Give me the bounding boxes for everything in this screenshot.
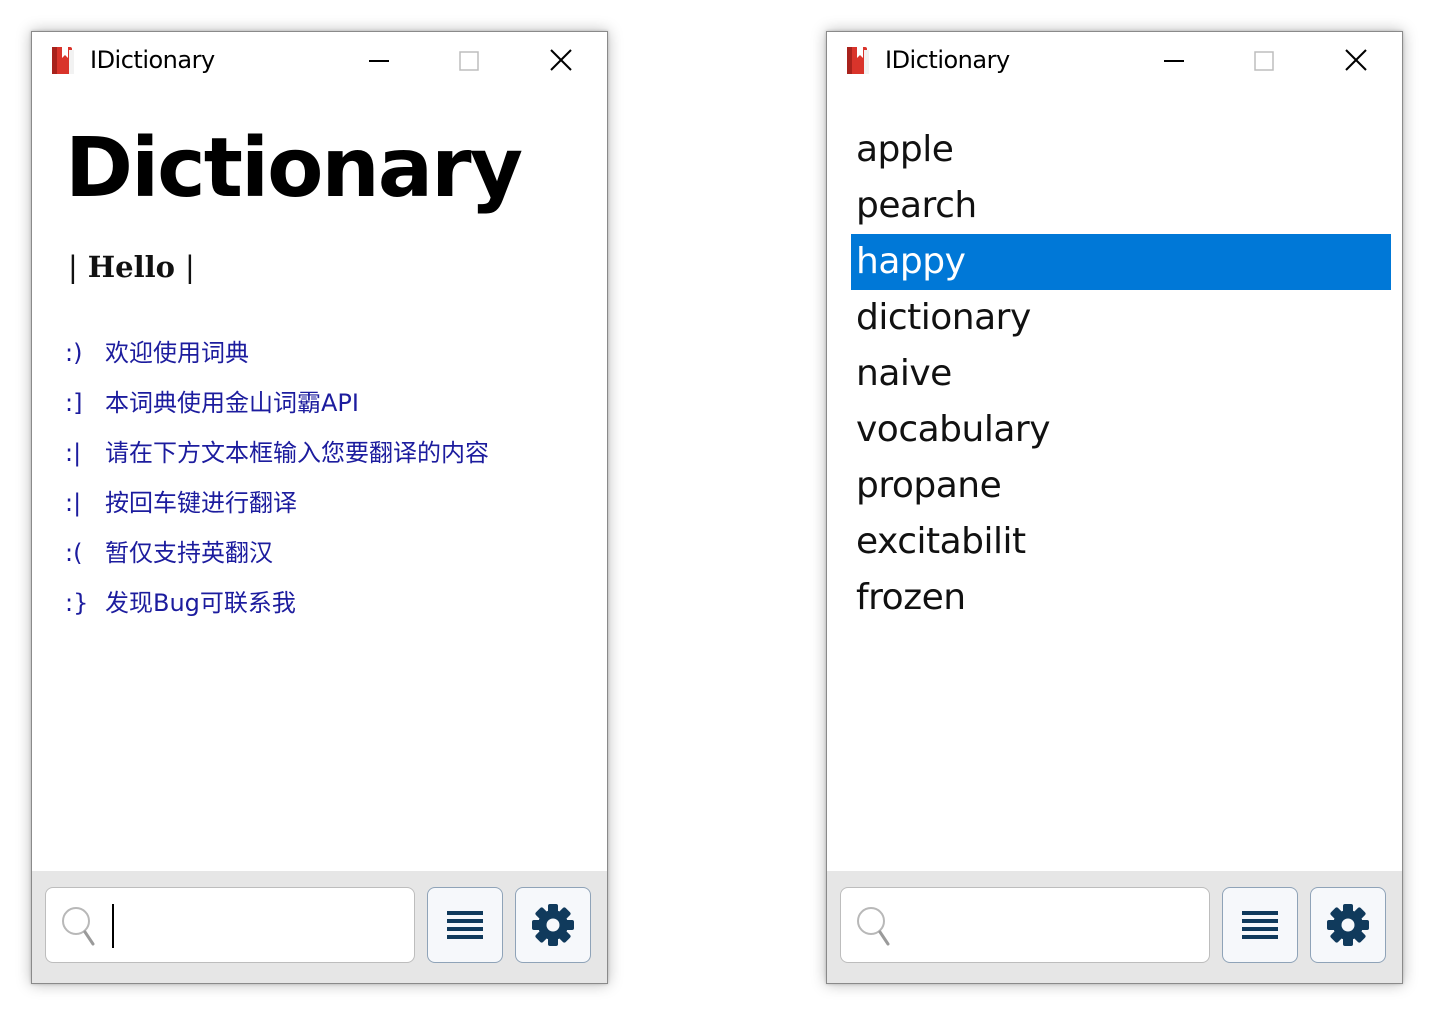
search-icon xyxy=(62,907,95,946)
word-item[interactable]: apple xyxy=(851,122,1391,178)
dictionary-window-home: IDictionary Dictionary | Hello | :) 欢迎使用词典 … xyxy=(31,31,608,984)
emoticon: :] xyxy=(65,389,83,417)
close-icon xyxy=(1345,49,1367,71)
word-list-button[interactable] xyxy=(427,887,503,963)
title-bar[interactable]: IDictionary xyxy=(32,32,607,92)
word-item-selected[interactable]: happy xyxy=(851,234,1391,290)
maximize-icon xyxy=(459,51,479,71)
welcome-line-text: 发现Bug可联系我 xyxy=(105,589,296,617)
settings-button[interactable] xyxy=(1310,887,1386,963)
greeting-right-bar: | xyxy=(185,250,195,284)
close-icon xyxy=(550,49,572,71)
welcome-line-text: 请在下方文本框输入您要翻译的内容 xyxy=(105,439,489,467)
word-item[interactable]: frozen xyxy=(851,570,1391,626)
emoticon: :| xyxy=(65,439,82,467)
word-item[interactable]: excitabilit xyxy=(851,514,1391,570)
maximize-button[interactable] xyxy=(446,40,490,84)
list-icon xyxy=(1242,911,1278,939)
dictionary-window-history: IDictionary apple pearch happy dictionar… xyxy=(826,31,1403,984)
greeting-text: Hello xyxy=(87,250,176,284)
window-title: IDictionary xyxy=(885,46,1010,74)
settings-button[interactable] xyxy=(515,887,591,963)
word-list-button[interactable] xyxy=(1222,887,1298,963)
welcome-line: :} 发现Bug可联系我 xyxy=(65,582,489,632)
text-cursor xyxy=(112,904,114,948)
word-item[interactable]: propane xyxy=(851,458,1391,514)
minimize-button[interactable] xyxy=(1151,40,1195,84)
page-heading: Dictionary xyxy=(65,121,523,216)
emoticon: :( xyxy=(65,539,83,567)
welcome-messages: :) 欢迎使用词典 :] 本词典使用金山词霸API :| 请在下方文本框输入您要翻译的… xyxy=(65,332,489,632)
emoticon: :| xyxy=(65,489,82,517)
welcome-line: :] 本词典使用金山词霸API xyxy=(65,382,489,432)
close-button[interactable] xyxy=(538,40,582,84)
welcome-line: :( 暂仅支持英翻汉 xyxy=(65,532,489,582)
word-item[interactable]: pearch xyxy=(851,178,1391,234)
search-input[interactable] xyxy=(45,887,415,963)
maximize-icon xyxy=(1254,51,1274,71)
minimize-icon xyxy=(369,60,389,62)
greeting-left-bar: | xyxy=(68,250,78,284)
word-item[interactable]: dictionary xyxy=(851,290,1391,346)
close-button[interactable] xyxy=(1333,40,1377,84)
minimize-icon xyxy=(1164,60,1184,62)
bottom-toolbar xyxy=(827,871,1402,983)
window-title: IDictionary xyxy=(90,46,215,74)
word-history-list[interactable]: apple pearch happy dictionary naive voca… xyxy=(851,122,1391,626)
dictionary-book-icon xyxy=(52,47,74,74)
title-bar[interactable]: IDictionary xyxy=(827,32,1402,92)
list-icon xyxy=(447,911,483,939)
welcome-line-text: 按回车键进行翻译 xyxy=(105,489,297,517)
word-item[interactable]: vocabulary xyxy=(851,402,1391,458)
welcome-line: :| 按回车键进行翻译 xyxy=(65,482,489,532)
welcome-line-text: 欢迎使用词典 xyxy=(105,339,249,367)
emoticon: :) xyxy=(65,339,83,367)
gear-icon xyxy=(532,904,574,946)
minimize-button[interactable] xyxy=(356,40,400,84)
welcome-line: :) 欢迎使用词典 xyxy=(65,332,489,382)
welcome-line-text: 暂仅支持英翻汉 xyxy=(105,539,273,567)
search-input[interactable] xyxy=(840,887,1210,963)
emoticon: :} xyxy=(65,589,89,617)
welcome-line: :| 请在下方文本框输入您要翻译的内容 xyxy=(65,432,489,482)
welcome-line-text: 本词典使用金山词霸API xyxy=(105,389,359,417)
maximize-button[interactable] xyxy=(1241,40,1285,84)
gear-icon xyxy=(1327,904,1369,946)
greeting: | Hello | xyxy=(68,250,205,284)
word-item[interactable]: naive xyxy=(851,346,1391,402)
bottom-toolbar xyxy=(32,871,607,983)
dictionary-book-icon xyxy=(847,47,869,74)
search-icon xyxy=(857,907,890,946)
